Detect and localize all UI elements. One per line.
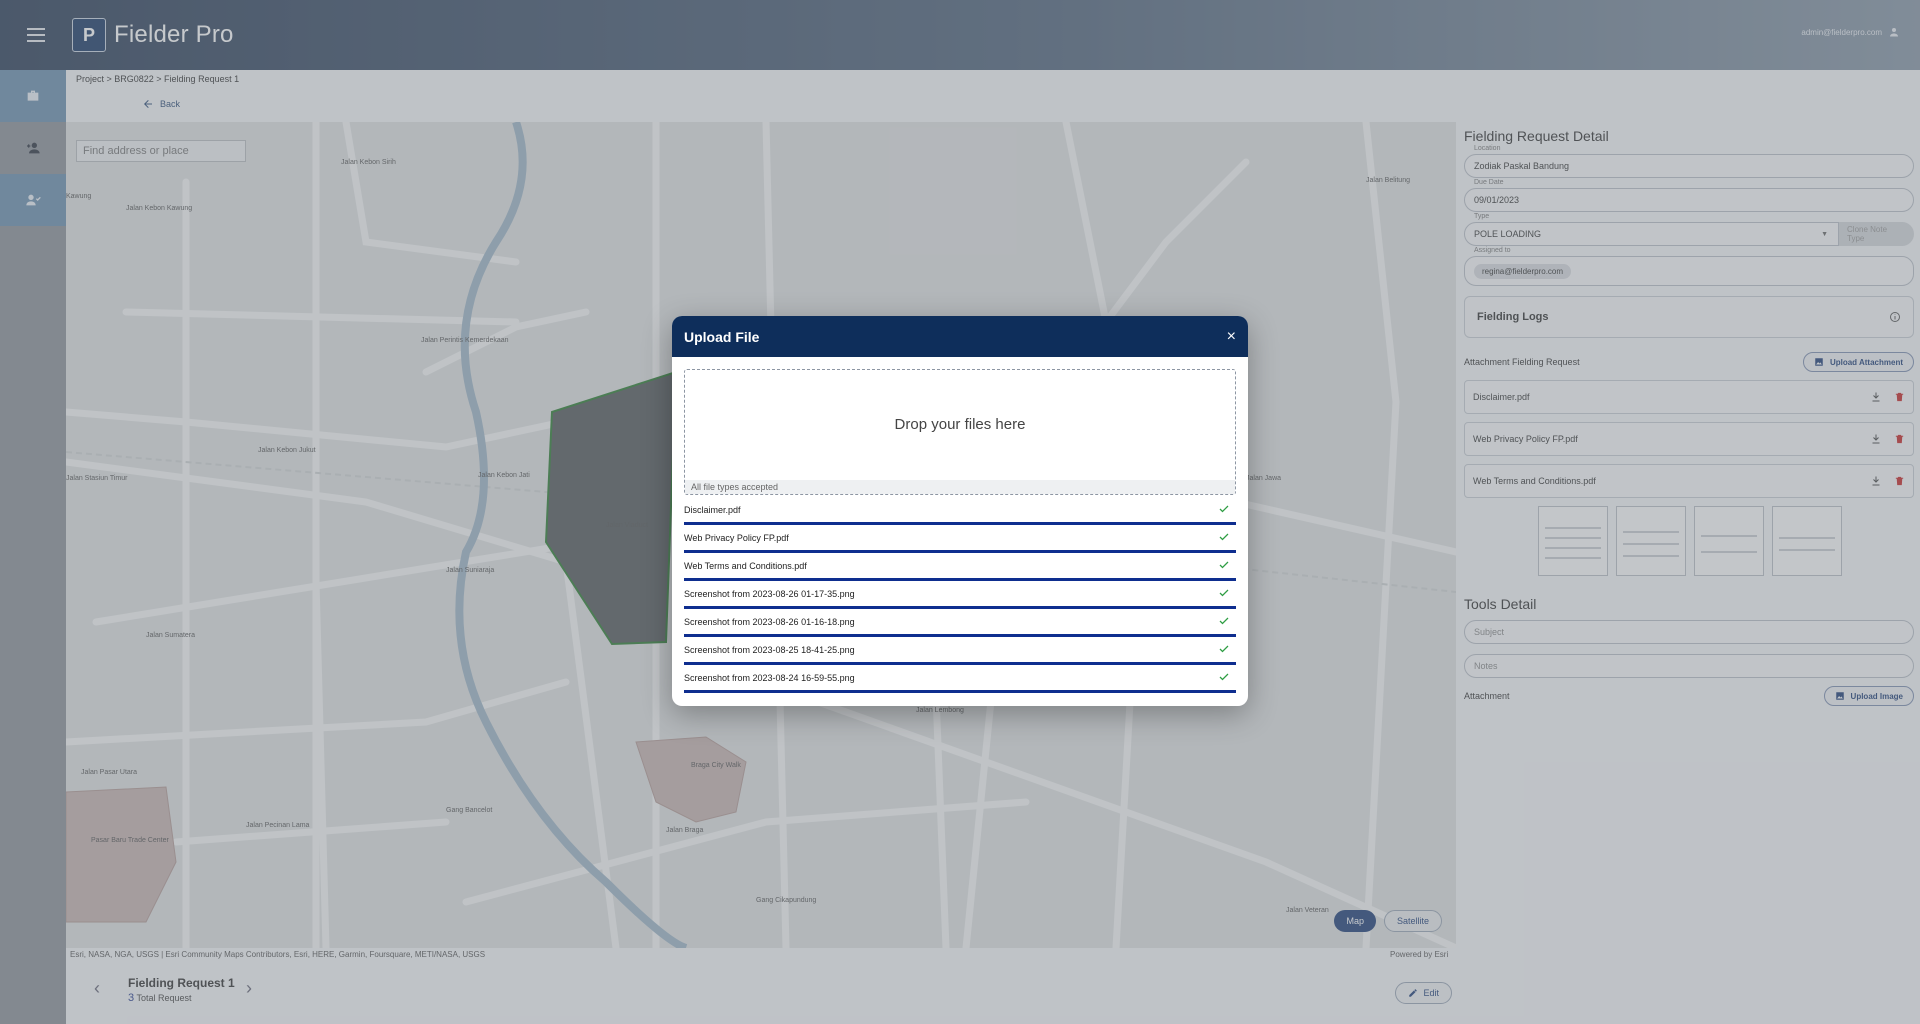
upload-progress-bar [684,690,1236,693]
check-icon [1219,533,1229,541]
upload-progress-bar [684,606,1236,609]
file-row: Disclaimer.pdf [684,499,1236,527]
upload-progress-bar [684,634,1236,637]
upload-progress-bar [684,662,1236,665]
dialog-header: Upload File × [672,316,1248,357]
file-row: Screenshot from 2023-08-25 18-41-25.png [684,639,1236,667]
dropzone-text: Drop your files here [894,416,1026,433]
dropzone-hint: All file types accepted [685,480,1235,494]
check-icon [1219,673,1229,681]
check-icon [1219,561,1229,569]
file-row: Screenshot from 2023-08-26 01-17-35.png [684,583,1236,611]
check-icon [1219,645,1229,653]
file-name: Disclaimer.pdf [684,505,741,515]
check-icon [1219,505,1229,513]
uploaded-file-list: Disclaimer.pdf Web Privacy Policy FP.pdf… [684,499,1236,695]
file-name: Web Terms and Conditions.pdf [684,561,807,571]
check-icon [1219,617,1229,625]
file-row: Web Terms and Conditions.pdf [684,555,1236,583]
file-row: Screenshot from 2023-08-24 16-59-55.png [684,667,1236,695]
upload-progress-bar [684,522,1236,525]
file-row: Screenshot from 2023-08-26 01-16-18.png [684,611,1236,639]
file-name: Screenshot from 2023-08-25 18-41-25.png [684,645,855,655]
dialog-title: Upload File [684,328,760,345]
upload-progress-bar [684,550,1236,553]
file-row: Web Privacy Policy FP.pdf [684,527,1236,555]
file-dropzone[interactable]: Drop your files here All file types acce… [684,369,1236,495]
file-name: Screenshot from 2023-08-24 16-59-55.png [684,673,855,683]
upload-file-dialog: Upload File × Drop your files here All f… [672,316,1248,706]
upload-progress-bar [684,578,1236,581]
check-icon [1219,589,1229,597]
file-name: Web Privacy Policy FP.pdf [684,533,789,543]
file-name: Screenshot from 2023-08-26 01-16-18.png [684,617,855,627]
close-icon[interactable]: × [1227,328,1236,346]
file-name: Screenshot from 2023-08-26 01-17-35.png [684,589,855,599]
